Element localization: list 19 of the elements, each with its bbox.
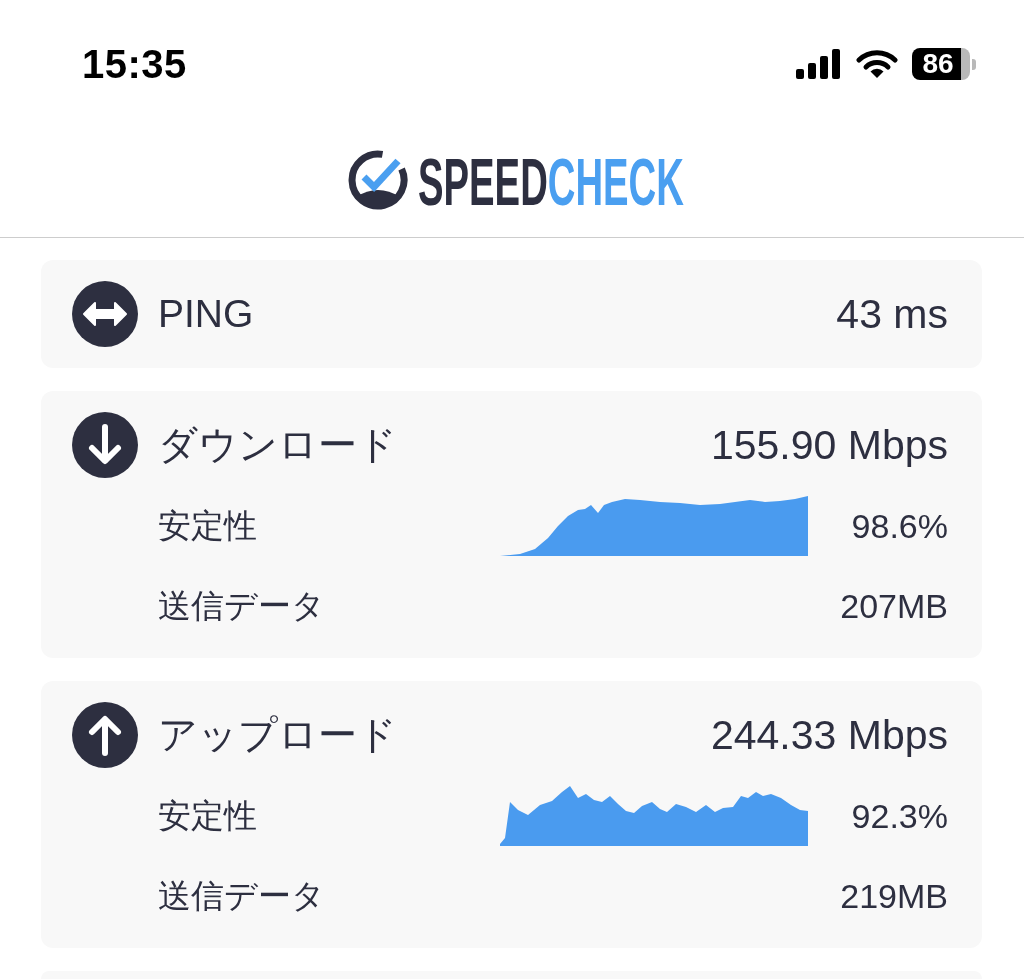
time-label: 15:35 — [82, 41, 187, 87]
metric-label: アップロード — [158, 712, 397, 758]
detail-value: 207MB — [840, 586, 948, 626]
metric-value: 155.90 Mbps — [710, 421, 948, 469]
detail-label: 安定性 — [158, 505, 257, 546]
detail-value: 98.6% — [851, 506, 948, 546]
metric-value: 43 ms — [836, 290, 948, 338]
detail-value: 92.3% — [851, 796, 948, 836]
metric-label: ダウンロード — [158, 422, 397, 468]
detail-label: 安定性 — [158, 795, 257, 836]
battery-indicator: 86 — [912, 48, 976, 80]
detail-value: 219MB — [840, 876, 948, 916]
wifi-icon — [856, 49, 898, 79]
detail-label: 送信データ — [158, 875, 325, 916]
logo-wordmark: SPEEDCHECK — [418, 148, 684, 215]
metric-value: 244.33 Mbps — [710, 711, 948, 759]
detail-label: 送信データ — [158, 585, 325, 626]
metric-label: PING — [158, 292, 254, 336]
signal-icon — [796, 49, 842, 79]
